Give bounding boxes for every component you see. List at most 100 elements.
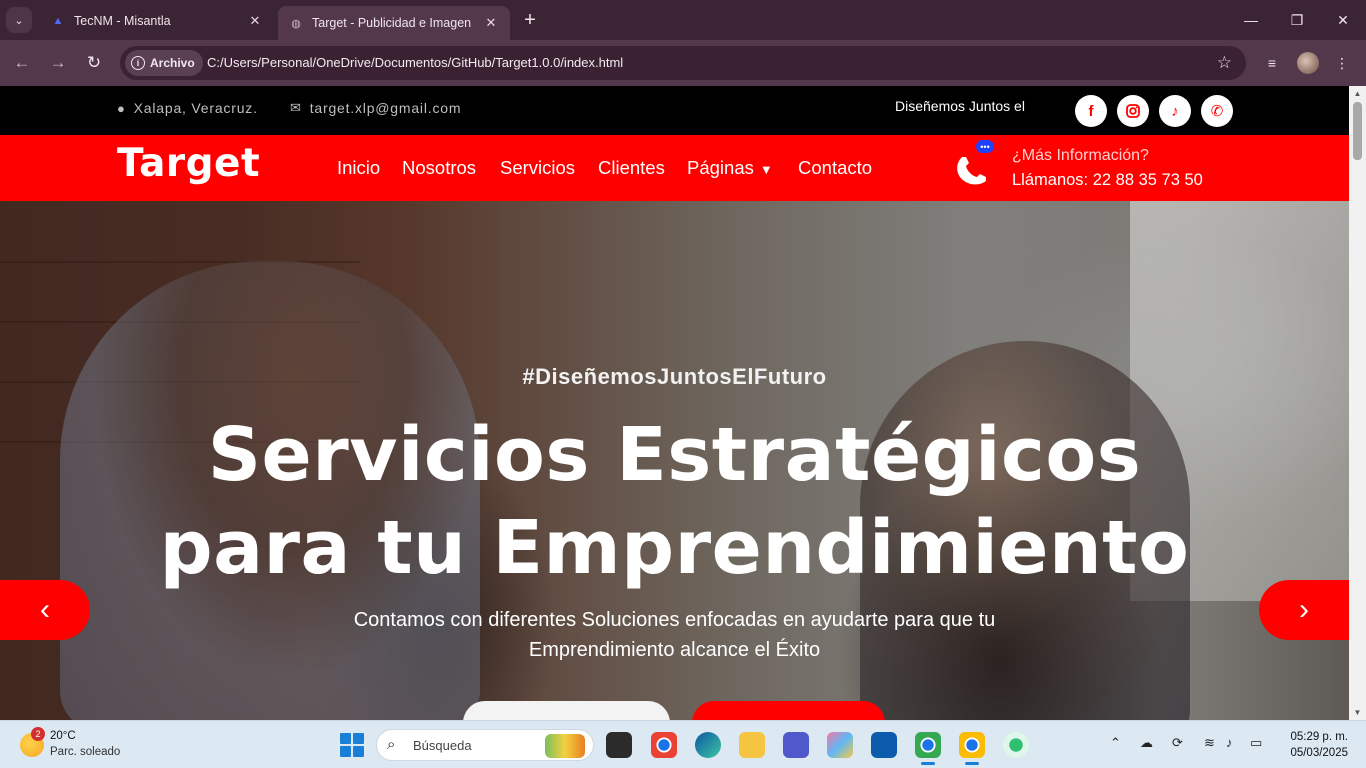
scroll-up-icon[interactable]: ▲ (1353, 89, 1362, 98)
browser-tab-strip: ⌄ ▲ TecNM - Misantla ✕ ◍ Target - Public… (0, 0, 1366, 40)
hero-carousel: #DiseñemosJuntosElFuturo Servicios Estra… (0, 201, 1349, 720)
page-scrollbar[interactable]: ▲ ▼ (1349, 86, 1366, 720)
email-info[interactable]: ✉ target.xlp@gmail.com (290, 100, 461, 116)
close-tab-icon[interactable]: ✕ (482, 14, 500, 32)
chrome-profile-icon[interactable] (915, 732, 941, 765)
location-text: Xalapa, Veracruz. (133, 100, 258, 116)
nav-servicios[interactable]: Servicios (500, 157, 575, 179)
nav-nosotros[interactable]: Nosotros (402, 157, 476, 179)
hero-primary-button[interactable] (692, 701, 885, 720)
weather-badge: 2 (31, 727, 45, 741)
wifi-icon[interactable]: ≋ (1204, 735, 1215, 751)
chevron-down-icon: ▼ (759, 162, 773, 177)
clock-date: 05/03/2025 (1290, 747, 1348, 759)
info-icon: i (131, 56, 145, 70)
teams-icon[interactable] (783, 732, 809, 758)
new-tab-button[interactable]: + (518, 8, 542, 32)
tiktok-icon[interactable]: ♪ (1159, 95, 1191, 127)
chevron-left-icon: ‹ (40, 593, 50, 626)
scrollbar-thumb[interactable] (1353, 102, 1362, 160)
back-button[interactable]: ← (9, 50, 35, 76)
map-pin-icon: ● (117, 100, 126, 116)
task-view-icon[interactable] (606, 732, 632, 758)
search-icon: ⌕ (387, 736, 396, 753)
battery-icon[interactable]: ▭ (1250, 735, 1262, 751)
hero-secondary-button[interactable] (463, 701, 670, 720)
onedrive-cloud-icon[interactable]: ☁ (1140, 735, 1153, 751)
media-controls-icon[interactable]: ≡ (1261, 52, 1283, 74)
hero-subtitle-line1: Contamos con diferentes Soluciones enfoc… (353, 609, 996, 631)
file-explorer-icon[interactable] (739, 732, 765, 758)
nav-paginas-dropdown[interactable]: Páginas ▼ (687, 157, 773, 179)
reload-button[interactable]: ↻ (81, 50, 107, 76)
edge-icon[interactable] (695, 732, 721, 758)
tab-tecnm[interactable]: ▲ TecNM - Misantla ✕ (40, 6, 274, 36)
instagram-icon[interactable] (1117, 95, 1149, 127)
nav-contacto[interactable]: Contacto (798, 157, 872, 179)
profile-avatar[interactable] (1297, 52, 1319, 74)
hero-title: Servicios Estratégicos para tu Emprendim… (0, 409, 1349, 595)
contact-topbar: ● Xalapa, Veracruz. ✉ target.xlp@gmail.c… (0, 86, 1349, 135)
hero-tagline: #DiseñemosJuntosElFuturo (522, 364, 827, 389)
carousel-prev-button[interactable]: ‹ (0, 580, 90, 640)
address-bar[interactable]: i Archivo C:/Users/Personal/OneDrive/Doc… (120, 46, 1246, 80)
clock-time: 05:29 p. m. (1290, 731, 1348, 743)
site-info-chip[interactable]: i Archivo (125, 50, 203, 76)
minimize-button[interactable]: — (1228, 0, 1274, 40)
restore-button[interactable]: ❐ (1274, 0, 1320, 40)
tab-target[interactable]: ◍ Target - Publicidad e Imagen ✕ (278, 6, 510, 40)
call-number[interactable]: Llámanos: 22 88 35 73 50 (1012, 171, 1203, 190)
nav-clientes[interactable]: Clientes (598, 157, 665, 179)
envelope-icon: ✉ (290, 100, 302, 115)
scroll-down-icon[interactable]: ▼ (1353, 708, 1362, 717)
search-placeholder: Búsqueda (413, 738, 472, 753)
site-info-label: Archivo (150, 56, 195, 70)
atom-app-icon[interactable] (1003, 732, 1029, 758)
tab-title: Target - Publicidad e Imagen (312, 16, 472, 30)
browser-toolbar: ← → ↻ i Archivo C:/Users/Personal/OneDri… (0, 40, 1366, 86)
url-text[interactable]: C:/Users/Personal/OneDrive/Documentos/Gi… (207, 55, 623, 70)
marquee-text: Diseñemos Juntos el (895, 98, 1025, 114)
start-button[interactable] (340, 733, 364, 757)
location-info: ● Xalapa, Veracruz. (117, 100, 258, 116)
bookmark-star-icon[interactable]: ☆ (1217, 53, 1232, 73)
hero-subtitle: Contamos con diferentes Soluciones enfoc… (0, 605, 1349, 665)
chrome-profile-2-icon[interactable] (959, 732, 985, 765)
phone-call-icon (957, 157, 986, 185)
tab-title: TecNM - Misantla (74, 14, 171, 28)
nav-inicio[interactable]: Inicio (337, 157, 380, 179)
chevron-right-icon: › (1299, 593, 1309, 626)
chat-dots-icon: ••• (976, 140, 994, 153)
forward-button[interactable]: → (45, 50, 71, 76)
weather-temperature[interactable]: 20°C (50, 730, 76, 742)
main-navbar: Target Inicio Nosotros Servicios Cliente… (0, 135, 1349, 201)
close-tab-icon[interactable]: ✕ (246, 12, 264, 30)
globe-icon: ◍ (291, 17, 301, 30)
system-clock[interactable]: 05:29 p. m. 05/03/2025 (1290, 729, 1348, 761)
windows-taskbar: 2 20°C Parc. soleado ⌕ Búsqueda ⌃ ☁ ⟳ ≋ … (0, 720, 1366, 768)
chrome-icon[interactable] (651, 732, 677, 758)
show-hidden-icons-chevron-icon[interactable]: ⌃ (1110, 735, 1121, 751)
call-subtitle: ¿Más Información? (1012, 147, 1149, 164)
search-highlight-image (545, 734, 585, 758)
phone-icon[interactable]: ✆ (1201, 95, 1233, 127)
taskbar-search[interactable]: ⌕ Búsqueda (376, 729, 594, 761)
hero-title-line2: para tu Emprendimiento (159, 505, 1190, 591)
close-window-button[interactable]: ✕ (1320, 0, 1366, 40)
brand-logo[interactable]: Target (117, 141, 260, 186)
store-icon[interactable] (871, 732, 897, 758)
weather-condition[interactable]: Parc. soleado (50, 746, 120, 758)
hero-title-line1: Servicios Estratégicos (207, 412, 1142, 498)
nav-paginas-label: Páginas (687, 157, 754, 178)
menu-kebab-icon[interactable]: ⋮ (1331, 52, 1353, 74)
tecnm-favicon-icon: ▲ (52, 15, 64, 27)
tab-search-button[interactable]: ⌄ (6, 7, 32, 33)
facebook-icon[interactable]: f (1075, 95, 1107, 127)
volume-icon[interactable]: ♪ (1226, 735, 1233, 750)
carousel-next-button[interactable]: › (1259, 580, 1349, 640)
copilot-icon[interactable] (827, 732, 853, 758)
page-viewport: ● Xalapa, Veracruz. ✉ target.xlp@gmail.c… (0, 86, 1366, 720)
sync-icon[interactable]: ⟳ (1172, 735, 1183, 751)
hero-subtitle-line2: Emprendimiento alcance el Éxito (528, 639, 821, 661)
email-text[interactable]: target.xlp@gmail.com (310, 100, 462, 116)
